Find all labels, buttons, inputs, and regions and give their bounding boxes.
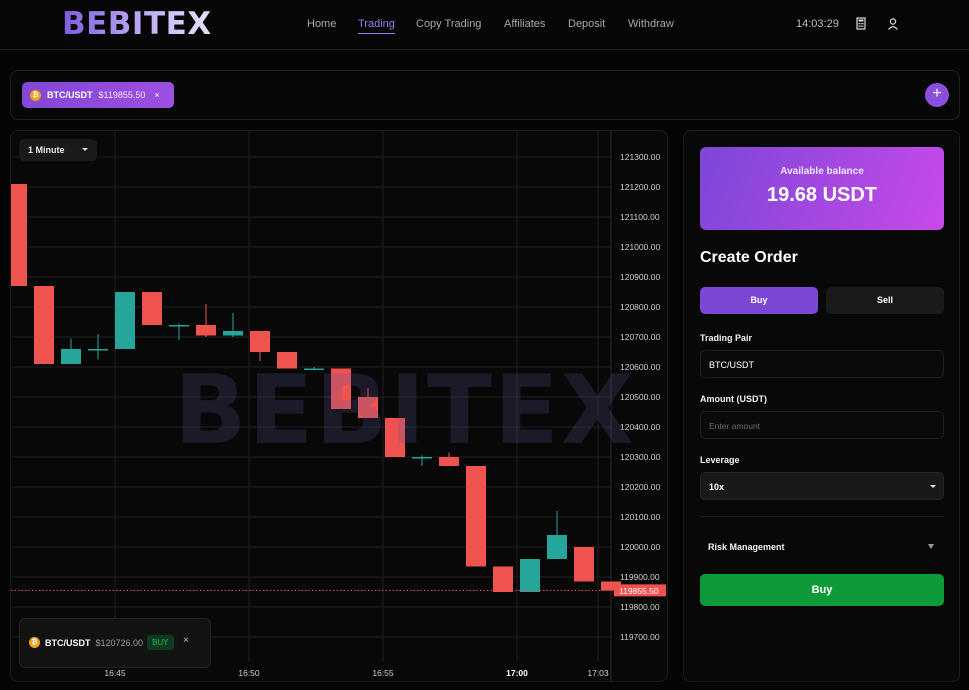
x-tick-label: 17:03 [587,668,609,678]
bitcoin-icon: ₿ [29,637,40,648]
candle-body [493,566,513,592]
create-order-title: Create Order [700,249,798,266]
pair-tab-symbol: BTC/USDT [47,90,93,100]
y-tick-label: 120200.00 [620,482,660,492]
candle-body [223,331,243,336]
x-tick-label: 16:55 [372,668,394,678]
candle-body [520,559,540,592]
candle-body [331,368,351,409]
trading-pair-label: Trading Pair [700,333,753,343]
nav-home[interactable]: Home [307,18,336,30]
y-tick-label: 120000.00 [620,542,660,552]
leverage-value: 10x [709,482,725,492]
y-tick-label: 120600.00 [620,362,660,372]
divider [700,516,944,517]
sell-tab-button[interactable]: Sell [826,287,944,314]
candle-body [466,466,486,567]
amount-input[interactable]: Enter amount [700,411,944,439]
candle-body [385,418,405,457]
price-chart[interactable]: 121300.00 121200.00 121100.00 121000.00 1209… [10,130,668,682]
y-tick-label: 120700.00 [620,332,660,342]
logo[interactable]: BEBITEX [62,6,212,42]
y-tick-label: 120800.00 [620,302,660,312]
y-tick-label: 121300.00 [620,152,660,162]
buy-tab-button[interactable]: Buy [700,287,818,314]
risk-management-toggle[interactable]: Risk Management [708,542,785,552]
y-tick-label: 120500.00 [620,392,660,402]
candle-body [34,286,54,364]
candlestick-chart[interactable]: 121300.00 121200.00 121100.00 121000.00 1209… [11,131,668,682]
position-price: $120726.00 [95,637,144,648]
y-tick-label: 120100.00 [620,512,660,522]
nav-withdraw[interactable]: Withdraw [628,18,674,30]
y-tick-label: 119900.00 [620,572,660,582]
x-tick-label: 17:00 [506,668,528,678]
close-position-icon[interactable]: × [183,635,189,646]
pair-tabs-bar: ₿ BTC/USDT $119855.50 × + [10,70,960,120]
leverage-label: Leverage [700,455,740,465]
timeframe-value: 1 Minute [28,145,65,155]
candle-body [358,397,378,418]
candle-body [169,325,189,327]
balance-card: Available balance 19.68 USDT [700,147,944,230]
pair-tab-btc-usdt[interactable]: ₿ BTC/USDT $119855.50 × [22,82,174,108]
amount-label: Amount (USDT) [700,394,767,404]
candle-body [547,535,567,559]
candle-body [412,457,432,459]
position-side-badge: BUY [147,635,174,650]
x-tick-label: 16:50 [238,668,260,678]
triangle-down-icon[interactable] [928,544,934,549]
y-tick-label: 121100.00 [620,212,660,222]
current-price-label: 119855.50 [619,586,659,596]
y-tick-label: 119700.00 [620,632,660,642]
bitcoin-icon: ₿ [30,89,41,101]
trading-pair-field[interactable]: BTC/USDT [700,350,944,378]
pair-tab-price: $119855.50 [98,90,146,100]
candle-body [250,331,270,352]
submit-buy-button[interactable]: Buy [700,574,944,606]
candle-body [304,368,324,370]
x-tick-label: 16:45 [104,668,126,678]
y-tick-label: 120400.00 [620,422,660,432]
position-symbol: BTC/USDT [45,637,91,648]
candle-body [196,325,216,336]
balance-label: Available balance [780,166,864,177]
add-pair-button[interactable]: + [925,83,949,107]
candle-body [61,349,81,364]
nav-trading[interactable]: Trading [358,18,395,34]
candle-body [142,292,162,325]
chevron-down-icon [930,485,936,488]
clock: 14:03:29 [796,18,839,30]
chevron-down-icon [82,148,88,151]
y-tick-label: 121000.00 [620,242,660,252]
nav-affiliates[interactable]: Affiliates [504,18,545,30]
candle-body [277,352,297,369]
balance-value: 19.68 USDT [766,184,878,206]
timeframe-select[interactable]: 1 Minute [19,139,97,161]
y-tick-label: 121200.00 [620,182,660,192]
user-icon[interactable] [886,16,900,32]
calculator-icon[interactable] [854,16,868,32]
open-position-card: ₿ BTC/USDT $120726.00 BUY × [19,618,211,668]
candle-body [574,547,594,582]
leverage-select[interactable]: 10x [700,472,944,500]
nav-deposit[interactable]: Deposit [568,18,605,30]
y-tick-label: 120900.00 [620,272,660,282]
candle-body [88,349,108,351]
y-tick-label: 120300.00 [620,452,660,462]
candle-body [115,292,135,349]
nav-copy-trading[interactable]: Copy Trading [416,18,481,30]
y-tick-label: 119800.00 [620,602,660,612]
top-header: BEBITEX Home Trading Copy Trading Affili… [0,0,969,50]
candle-body [11,184,27,286]
candle-body [439,457,459,466]
close-icon[interactable]: × [154,90,159,100]
order-panel: Available balance 19.68 USDT Create Orde… [683,130,960,682]
